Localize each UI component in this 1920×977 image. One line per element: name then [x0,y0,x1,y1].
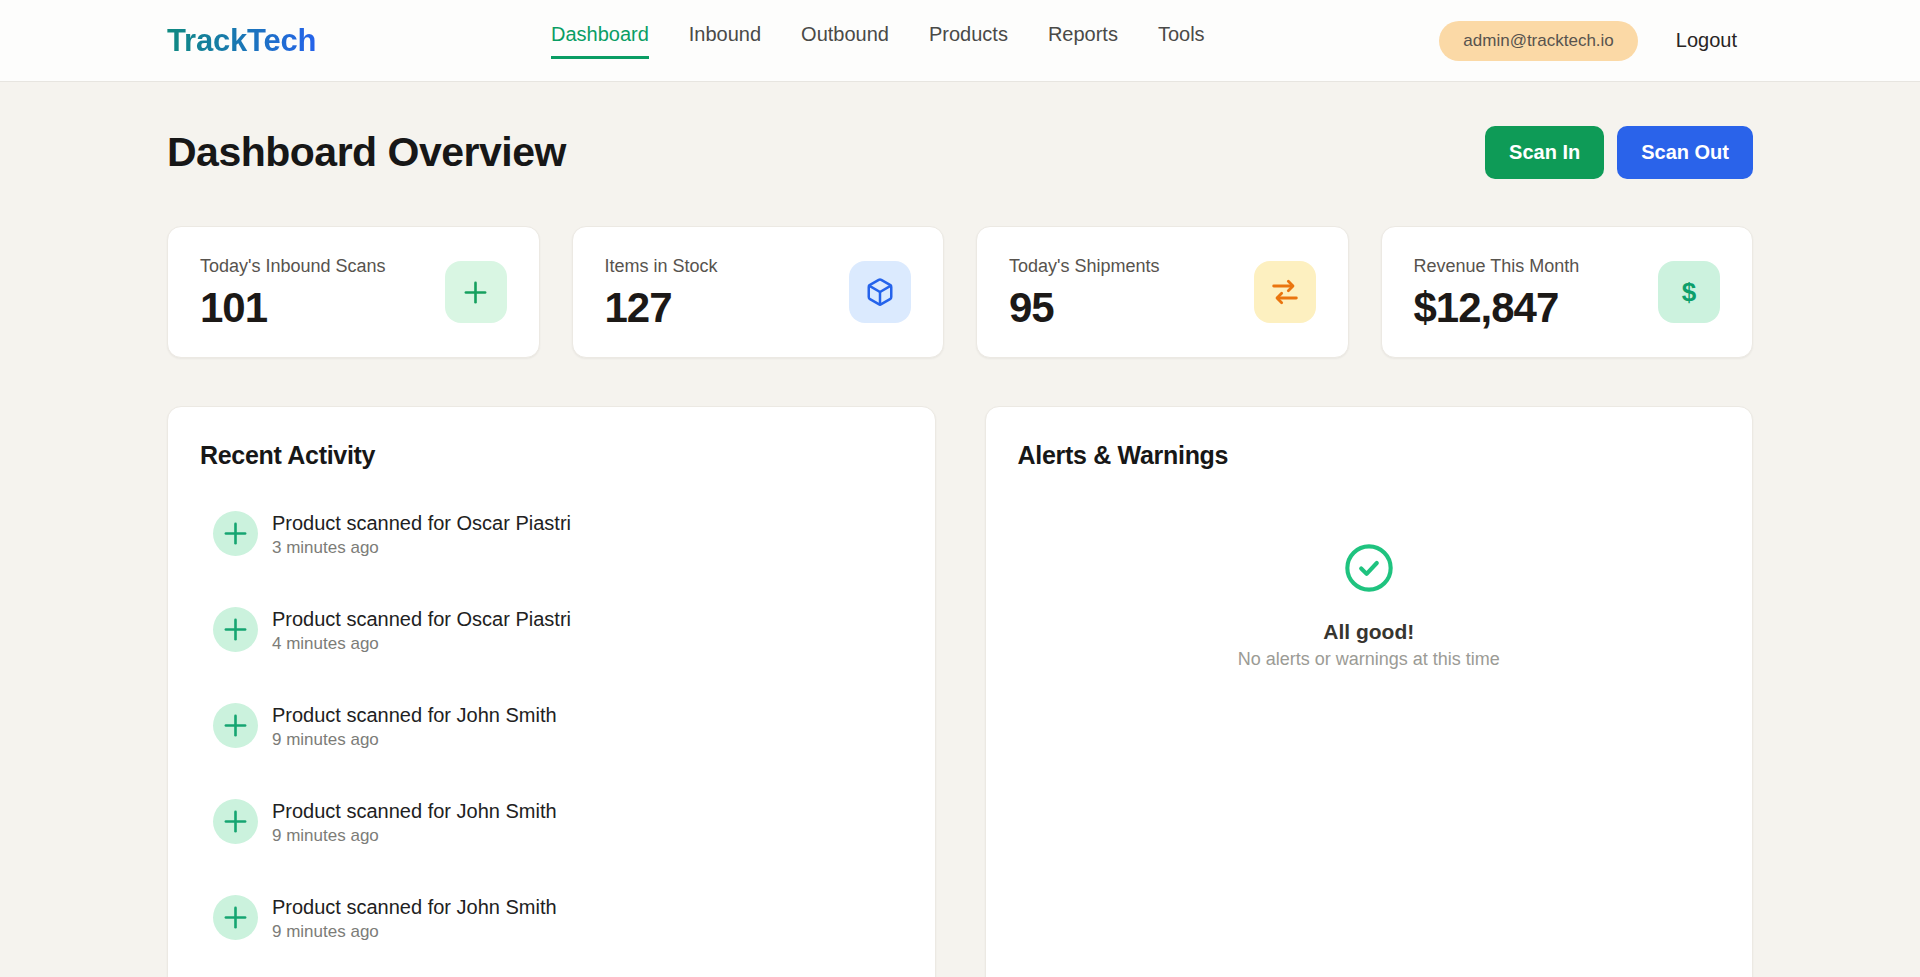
nav-item-reports[interactable]: Reports [1048,23,1118,59]
nav-item-tools[interactable]: Tools [1158,23,1205,59]
stat-value: 127 [605,287,718,329]
check-circle-icon [1343,542,1395,598]
stat-items-in-stock: Items in Stock 127 [572,226,945,358]
box-icon [849,261,911,323]
stat-label: Revenue This Month [1414,256,1580,277]
main-nav: Dashboard Inbound Outbound Products Reports T… [316,23,1439,59]
activity-item-time: 3 minutes ago [272,537,571,558]
stat-label: Items in Stock [605,256,718,277]
stats-row: Today's Inbound Scans 101 Items in Stock… [167,226,1753,358]
activity-list-item: Product scanned for John Smith 9 minutes… [213,895,903,942]
panels-row: Recent Activity Product scanned for Osca… [167,406,1753,977]
plus-icon [213,799,258,844]
account-area: admin@tracktech.io Logout [1439,21,1753,61]
scan-out-button[interactable]: Scan Out [1617,126,1753,179]
stat-label: Today's Inbound Scans [200,256,386,277]
stat-label: Today's Shipments [1009,256,1160,277]
activity-list-item: Product scanned for John Smith 9 minutes… [213,703,903,750]
dollar-icon: $ [1658,261,1720,323]
stat-revenue-month: Revenue This Month $12,847 $ [1381,226,1754,358]
plus-icon [213,511,258,556]
plus-icon [213,607,258,652]
user-email-badge: admin@tracktech.io [1439,21,1638,61]
activity-list-item: Product scanned for John Smith 9 minutes… [213,799,903,846]
alerts-title: Alerts & Warnings [1018,440,1721,470]
transfer-arrows-icon [1254,261,1316,323]
stat-inbound-scans: Today's Inbound Scans 101 [167,226,540,358]
alerts-empty-subtitle: No alerts or warnings at this time [1238,649,1500,670]
nav-item-inbound[interactable]: Inbound [689,23,761,59]
plus-icon [213,895,258,940]
page-actions: Scan In Scan Out [1485,126,1753,179]
main-content: Dashboard Overview Scan In Scan Out Toda… [167,126,1753,977]
alerts-empty-state: All good! No alerts or warnings at this … [1018,542,1721,670]
activity-list: Product scanned for Oscar Piastri 3 minu… [200,511,903,942]
nav-item-outbound[interactable]: Outbound [801,23,889,59]
plus-icon [445,261,507,323]
activity-item-text: Product scanned for Oscar Piastri [272,511,571,536]
nav-item-products[interactable]: Products [929,23,1008,59]
nav-item-dashboard[interactable]: Dashboard [551,23,649,59]
page-title: Dashboard Overview [167,129,566,176]
stat-todays-shipments: Today's Shipments 95 [976,226,1349,358]
plus-icon [213,703,258,748]
activity-item-time: 9 minutes ago [272,729,557,750]
activity-list-item: Product scanned for Oscar Piastri 4 minu… [213,607,903,654]
activity-item-time: 4 minutes ago [272,633,571,654]
activity-list-item: Product scanned for Oscar Piastri 3 minu… [213,511,903,558]
activity-item-time: 9 minutes ago [272,921,557,942]
stat-value: $12,847 [1414,287,1580,329]
activity-item-text: Product scanned for Oscar Piastri [272,607,571,632]
activity-item-text: Product scanned for John Smith [272,799,557,824]
stat-value: 101 [200,287,386,329]
stat-value: 95 [1009,287,1160,329]
activity-item-text: Product scanned for John Smith [272,703,557,728]
logout-button[interactable]: Logout [1660,21,1753,60]
scan-in-button[interactable]: Scan In [1485,126,1604,179]
activity-item-text: Product scanned for John Smith [272,895,557,920]
brand-logo[interactable]: TrackTech [167,23,316,59]
alerts-empty-title: All good! [1323,619,1414,644]
alerts-panel: Alerts & Warnings All good! No alerts or… [985,406,1754,977]
recent-activity-title: Recent Activity [200,440,903,470]
page-header: Dashboard Overview Scan In Scan Out [167,126,1753,179]
activity-item-time: 9 minutes ago [272,825,557,846]
header: TrackTech Dashboard Inbound Outbound Produc… [0,0,1920,82]
recent-activity-panel: Recent Activity Product scanned for Osca… [167,406,936,977]
